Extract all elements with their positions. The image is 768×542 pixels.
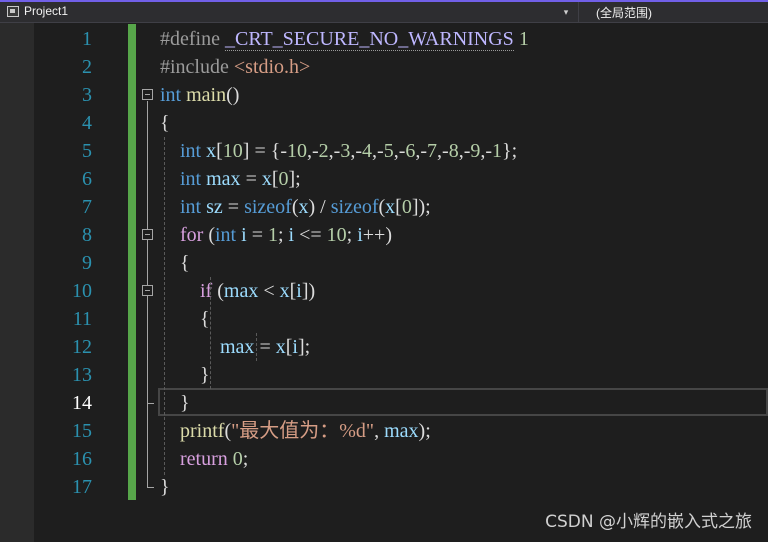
collapse-for-icon[interactable] <box>142 229 153 240</box>
line-number: 11 <box>72 308 92 330</box>
code-line[interactable]: 15 printf("最大值为：%d", max); <box>0 417 768 445</box>
code-line[interactable]: 6 int max = x[0]; <box>0 165 768 193</box>
line-number: 8 <box>82 224 92 246</box>
code-text[interactable]: { <box>160 305 210 333</box>
code-line[interactable]: 12 max = x[i]; <box>0 333 768 361</box>
code-line[interactable]: 10 if (max < x[i]) <box>0 277 768 305</box>
code-text[interactable]: for (int i = 1; i <= 10; i++) <box>160 221 392 249</box>
line-number: 7 <box>82 196 92 218</box>
code-text[interactable]: int max = x[0]; <box>160 165 301 193</box>
code-text[interactable]: int x[10] = {-10,-2,-3,-4,-5,-6,-7,-8,-9… <box>160 137 517 165</box>
title-accent-line <box>0 0 768 2</box>
code-text[interactable]: max = x[i]; <box>160 333 310 361</box>
divider <box>578 2 579 22</box>
code-text[interactable]: #define _CRT_SECURE_NO_WARNINGS 1 <box>160 25 529 53</box>
code-text[interactable]: } <box>160 473 170 501</box>
line-number: 3 <box>82 84 92 106</box>
code-line[interactable]: 13 } <box>0 361 768 389</box>
navigation-bar: Project1 ▾ (全局范围) <box>0 0 768 23</box>
line-number: 1 <box>82 28 92 50</box>
line-number: 6 <box>82 168 92 190</box>
fold-end <box>147 403 154 404</box>
collapse-main-icon[interactable] <box>142 89 153 100</box>
code-text[interactable]: if (max < x[i]) <box>160 277 315 305</box>
line-number: 13 <box>72 364 92 386</box>
line-number: 9 <box>82 252 92 274</box>
code-line[interactable]: 17 } <box>0 473 768 501</box>
line-number: 16 <box>72 448 92 470</box>
code-text[interactable]: { <box>160 109 170 137</box>
code-text[interactable]: int sz = sizeof(x) / sizeof(x[0]); <box>160 193 431 221</box>
collapse-if-icon[interactable] <box>142 285 153 296</box>
code-text[interactable]: } <box>160 361 210 389</box>
code-editor[interactable]: 1 #define _CRT_SECURE_NO_WARNINGS 1 2 #i… <box>0 23 768 542</box>
code-line[interactable]: 7 int sz = sizeof(x) / sizeof(x[0]); <box>0 193 768 221</box>
code-text[interactable]: return 0; <box>160 445 248 473</box>
line-number: 5 <box>82 140 92 162</box>
fold-end <box>147 487 154 488</box>
indent-guide <box>210 277 211 389</box>
code-text[interactable]: int main() <box>160 81 239 109</box>
line-number: 10 <box>72 280 92 302</box>
project-dropdown[interactable]: Project1 <box>24 4 68 18</box>
indent-guide <box>256 333 257 361</box>
code-line[interactable]: 2 #include <stdio.h> <box>0 53 768 81</box>
code-line[interactable]: 9 { <box>0 249 768 277</box>
chevron-down-icon[interactable]: ▾ <box>558 5 574 19</box>
code-line[interactable]: 5 int x[10] = {-10,-2,-3,-4,-5,-6,-7,-8,… <box>0 137 768 165</box>
code-text[interactable]: #include <stdio.h> <box>160 53 310 81</box>
code-line[interactable]: 16 return 0; <box>0 445 768 473</box>
code-text[interactable]: printf("最大值为：%d", max); <box>160 417 431 445</box>
line-number: 17 <box>72 476 92 498</box>
code-line[interactable]: 1 #define _CRT_SECURE_NO_WARNINGS 1 <box>0 25 768 53</box>
code-line[interactable]: 4 { <box>0 109 768 137</box>
code-line[interactable]: 8 for (int i = 1; i <= 10; i++) <box>0 221 768 249</box>
code-line[interactable]: 11 { <box>0 305 768 333</box>
line-number: 4 <box>82 112 92 134</box>
line-number: 12 <box>72 336 92 358</box>
scope-dropdown[interactable]: (全局范围) <box>596 4 652 21</box>
code-line-current[interactable]: 14 } <box>0 389 768 417</box>
fold-line <box>147 241 148 277</box>
line-number: 2 <box>82 56 92 78</box>
code-line[interactable]: 3 int main() <box>0 81 768 109</box>
line-number-current: 14 <box>72 392 92 414</box>
project-icon <box>7 6 19 17</box>
watermark-text: CSDN @小辉的嵌入式之旅 <box>545 512 752 532</box>
indent-guide <box>164 137 165 475</box>
line-number: 15 <box>72 420 92 442</box>
fold-line <box>147 297 148 403</box>
